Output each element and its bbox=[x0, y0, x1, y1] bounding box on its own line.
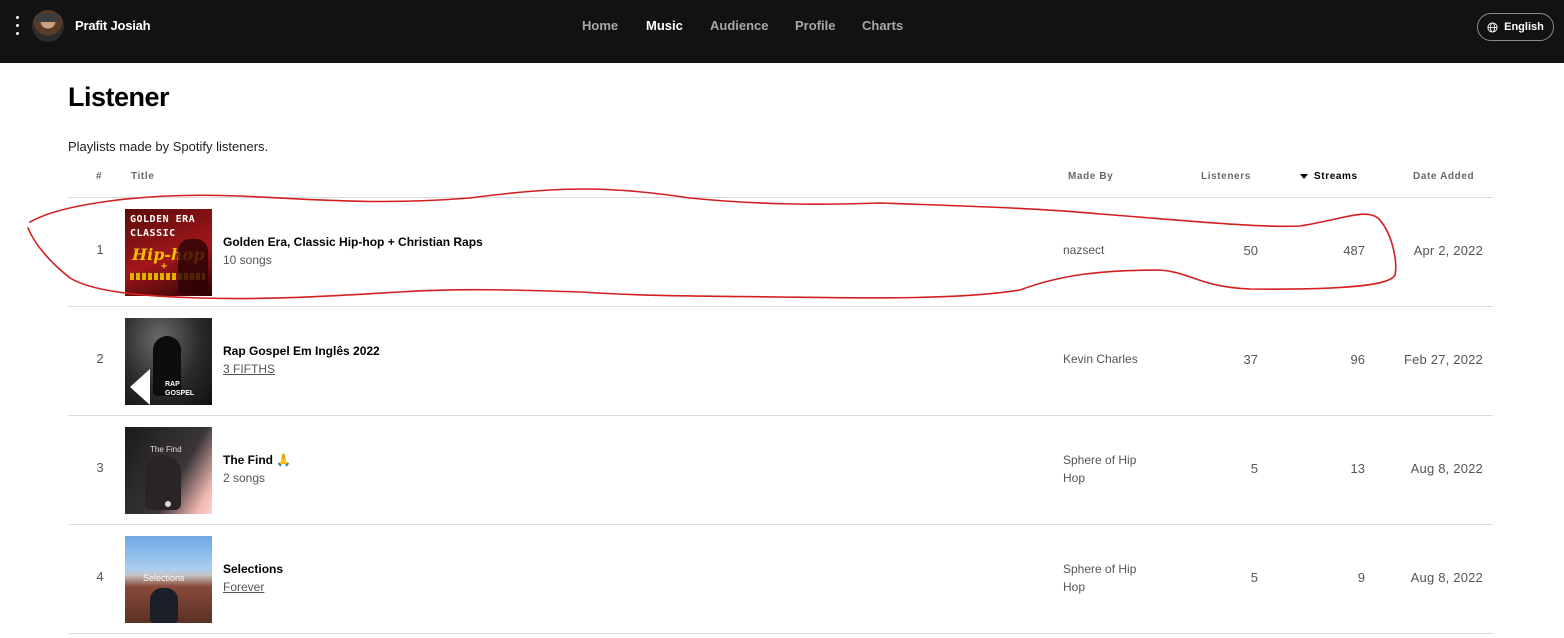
cover-figure bbox=[150, 588, 178, 623]
spotify-logo-icon bbox=[165, 501, 171, 507]
playlist-subtitle: 2 songs bbox=[223, 471, 266, 485]
date-added: Aug 8, 2022 bbox=[1410, 461, 1483, 476]
nav-audience[interactable]: Audience bbox=[710, 18, 769, 33]
sort-descending-icon bbox=[1300, 173, 1308, 179]
table-row[interactable]: 2 RAP GOSPEL Rap Gospel Em Inglês 2022 3 … bbox=[68, 307, 1493, 416]
streams-count: 9 bbox=[1357, 570, 1365, 585]
row-number: 2 bbox=[96, 351, 104, 366]
playlist-title[interactable]: Selections bbox=[223, 562, 283, 576]
cover-text: The Find bbox=[150, 445, 182, 454]
date-added: Feb 27, 2022 bbox=[1403, 352, 1483, 367]
nav-charts[interactable]: Charts bbox=[862, 18, 903, 33]
language-label: English bbox=[1504, 21, 1544, 33]
table-row[interactable]: 4 Selections Selections Forever Sphere o… bbox=[68, 525, 1493, 634]
listeners-count: 37 bbox=[1243, 352, 1258, 367]
top-bar: Prafit Josiah Home Music Audience Profil… bbox=[0, 0, 1564, 63]
listeners-count: 50 bbox=[1243, 243, 1258, 258]
playlist-title[interactable]: Rap Gospel Em Inglês 2022 bbox=[223, 344, 380, 358]
playlist-owner-link[interactable]: 3 FIFTHS bbox=[223, 362, 275, 376]
listeners-count: 5 bbox=[1250, 461, 1258, 476]
listeners-count: 5 bbox=[1250, 570, 1258, 585]
table-row[interactable]: 1 GOLDEN ERA CLASSIC Hip-hop + Golden Er… bbox=[68, 198, 1493, 307]
nav-music[interactable]: Music bbox=[646, 18, 683, 33]
row-number: 4 bbox=[96, 569, 104, 584]
column-header-number: # bbox=[96, 171, 103, 182]
column-header-streams-label: Streams bbox=[1314, 171, 1358, 182]
playlist-title[interactable]: The Find 🙏 bbox=[223, 453, 291, 467]
page-subtitle: Playlists made by Spotify listeners. bbox=[68, 139, 269, 154]
row-number: 1 bbox=[96, 242, 104, 257]
main-nav: Home Music Audience Profile Charts bbox=[0, 18, 1564, 36]
playlist-owner-link[interactable]: Forever bbox=[223, 580, 264, 594]
column-header-listeners[interactable]: Listeners bbox=[1201, 171, 1251, 182]
table-row[interactable]: 3 The Find The Find 🙏 2 songs Sphere of … bbox=[68, 416, 1493, 525]
cover-text: GOLDEN ERA bbox=[130, 214, 196, 225]
nav-profile[interactable]: Profile bbox=[795, 18, 835, 33]
cover-text: RAP GOSPEL bbox=[165, 381, 195, 397]
column-header-date-added[interactable]: Date Added bbox=[1413, 171, 1474, 182]
date-added: Apr 2, 2022 bbox=[1413, 243, 1483, 258]
playlist-cover[interactable]: Selections bbox=[125, 536, 212, 623]
playlist-cover[interactable]: GOLDEN ERA CLASSIC Hip-hop + bbox=[125, 209, 212, 296]
streams-count: 487 bbox=[1343, 243, 1365, 258]
date-added: Aug 8, 2022 bbox=[1410, 570, 1483, 585]
column-header-streams[interactable]: Streams bbox=[1300, 171, 1358, 182]
cover-text: Selections bbox=[143, 573, 185, 583]
cover-figure bbox=[145, 455, 181, 510]
streams-count: 96 bbox=[1350, 352, 1365, 367]
column-header-made-by[interactable]: Made By bbox=[1068, 171, 1113, 182]
made-by: Kevin Charles bbox=[1063, 352, 1138, 366]
cover-decoration bbox=[130, 369, 150, 405]
playlist-cover[interactable]: The Find bbox=[125, 427, 212, 514]
playlist-cover[interactable]: RAP GOSPEL bbox=[125, 318, 212, 405]
nav-home[interactable]: Home bbox=[582, 18, 618, 33]
playlist-title[interactable]: Golden Era, Classic Hip-hop + Christian … bbox=[223, 235, 483, 249]
cover-figure bbox=[178, 239, 208, 294]
made-by: nazsect bbox=[1063, 243, 1105, 257]
cover-text: + bbox=[161, 261, 168, 272]
language-button[interactable]: English bbox=[1477, 13, 1554, 41]
column-header-title: Title bbox=[131, 171, 155, 182]
made-by: Sphere of Hip Hop bbox=[1063, 453, 1137, 485]
made-by: Sphere of Hip Hop bbox=[1063, 562, 1137, 594]
streams-count: 13 bbox=[1350, 461, 1365, 476]
page-title: Listener bbox=[68, 82, 170, 112]
cover-text: CLASSIC bbox=[130, 228, 176, 239]
globe-icon bbox=[1487, 21, 1498, 33]
playlist-subtitle: 10 songs bbox=[223, 253, 272, 267]
row-number: 3 bbox=[96, 460, 104, 475]
